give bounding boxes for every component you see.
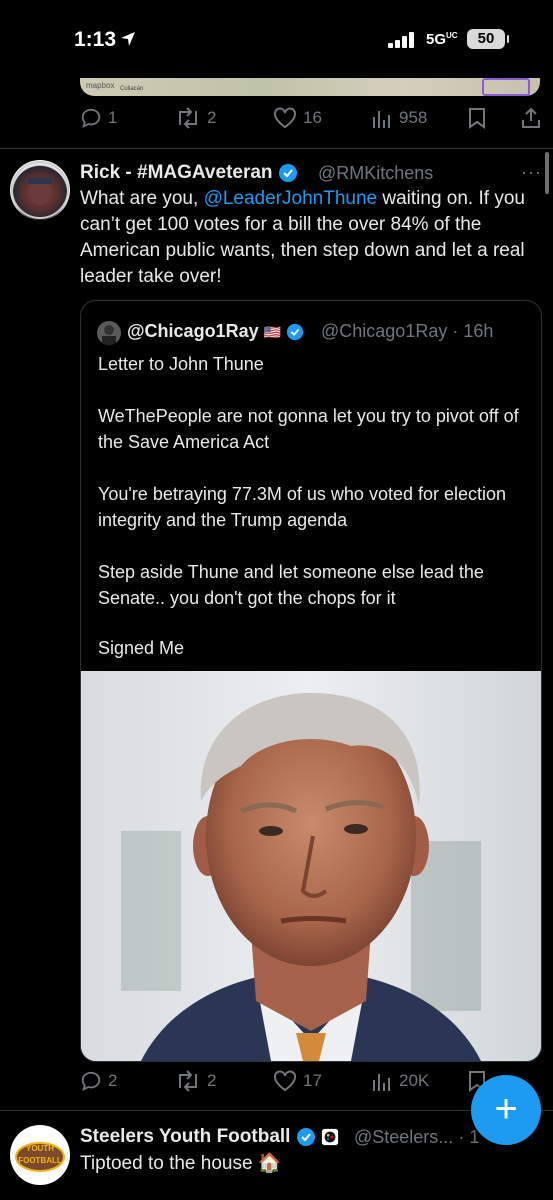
reply-button[interactable]: 2 [80, 1070, 117, 1092]
location-arrow-icon [120, 31, 136, 52]
heart-icon [274, 1070, 296, 1092]
views-button[interactable]: 958 [371, 107, 427, 129]
reply-count: 2 [108, 1071, 118, 1090]
avatar[interactable] [10, 160, 70, 220]
quoted-tweet[interactable]: @Chicago1Ray 🇺🇸 @Chicago1Ray · 16h Lette… [80, 300, 542, 1062]
more-options-icon[interactable]: ··· [521, 162, 542, 183]
steelers-logo-icon [321, 1128, 339, 1146]
views-button[interactable]: 20K [371, 1070, 429, 1092]
quote-avatar [97, 321, 121, 345]
share-button[interactable] [520, 107, 542, 129]
map-provider-label: mapbox [86, 81, 115, 90]
share-icon [522, 107, 540, 128]
flag-icon: 🇺🇸 [263, 324, 282, 340]
bar-chart-icon [373, 111, 390, 128]
reply-button[interactable]: 1 [80, 107, 117, 129]
retweet-button[interactable]: 2 [175, 1070, 216, 1092]
bookmark-icon [469, 108, 485, 129]
quote-paragraph: WeThePeople are not gonna let you try to… [98, 406, 519, 452]
retweet-count: 2 [207, 1071, 217, 1090]
verified-badge-icon [286, 324, 304, 341]
status-bar: 1:13 5GUC 50 [0, 0, 553, 80]
reply-icon [81, 108, 101, 128]
like-button[interactable]: 17 [273, 1070, 322, 1092]
author-handle[interactable]: @Steelers... · 1 [354, 1127, 479, 1148]
author-name[interactable]: Rick - #MAGAveteran [80, 162, 298, 184]
like-count: 16 [303, 108, 322, 127]
avatar-text-top: YOUTH [26, 1144, 54, 1153]
battery-indicator: 50 [467, 29, 509, 49]
map-preview-image[interactable]: mapbox Culiacán [80, 78, 540, 96]
quote-paragraph: Letter to John Thune [98, 354, 264, 374]
retweet-icon [179, 1070, 197, 1092]
quote-paragraph: Signed Me [98, 638, 185, 658]
like-button[interactable]: 16 [273, 107, 322, 129]
bookmark-button[interactable] [467, 107, 487, 129]
heart-icon [274, 107, 296, 129]
quote-photo[interactable] [81, 671, 541, 1061]
quote-author-name: @Chicago1Ray 🇺🇸 [127, 321, 304, 342]
author-handle[interactable]: @RMKitchens [318, 163, 433, 184]
reply-count: 1 [108, 108, 118, 127]
quote-paragraph: You're betraying 77.3M of us who voted f… [98, 484, 507, 530]
quote-paragraph: Step aside Thune and let someone else le… [98, 562, 484, 608]
previous-tweet-actions: 1 2 16 958 [80, 107, 540, 133]
verified-badge-icon [278, 163, 297, 182]
bar-chart-icon [373, 1074, 390, 1091]
retweet-icon [179, 107, 197, 129]
status-time: 1:13 [74, 28, 117, 51]
map-place-label: Culiacán [120, 86, 144, 92]
retweet-count: 2 [207, 108, 217, 127]
map-badge [482, 78, 530, 96]
tweet-text: What are you, @LeaderJohnThune waiting o… [80, 188, 525, 287]
verified-badge-icon [296, 1127, 315, 1146]
retweet-button[interactable]: 2 [175, 107, 216, 129]
author-name[interactable]: Steelers Youth Football [80, 1126, 339, 1148]
tweet-actions: 2 2 17 20K [80, 1070, 540, 1096]
like-count: 17 [303, 1071, 322, 1090]
view-count: 20K [399, 1071, 430, 1090]
mention-link[interactable]: @LeaderJohnThune [204, 188, 378, 209]
avatar-text-bottom: FOOTBALL [18, 1156, 62, 1165]
divider [0, 148, 553, 149]
compose-button[interactable]: + [471, 1075, 541, 1145]
avatar[interactable]: YOUTH FOOTBALL [10, 1125, 70, 1185]
network-type: 5GUC [426, 31, 458, 48]
scrollbar[interactable] [545, 152, 549, 194]
view-count: 958 [399, 108, 428, 127]
tweet-text: Tiptoed to the house 🏠 [80, 1153, 282, 1174]
cellular-signal-icon [388, 32, 418, 53]
reply-icon [81, 1071, 101, 1091]
quote-handle-time: @Chicago1Ray · 16h [321, 321, 494, 341]
